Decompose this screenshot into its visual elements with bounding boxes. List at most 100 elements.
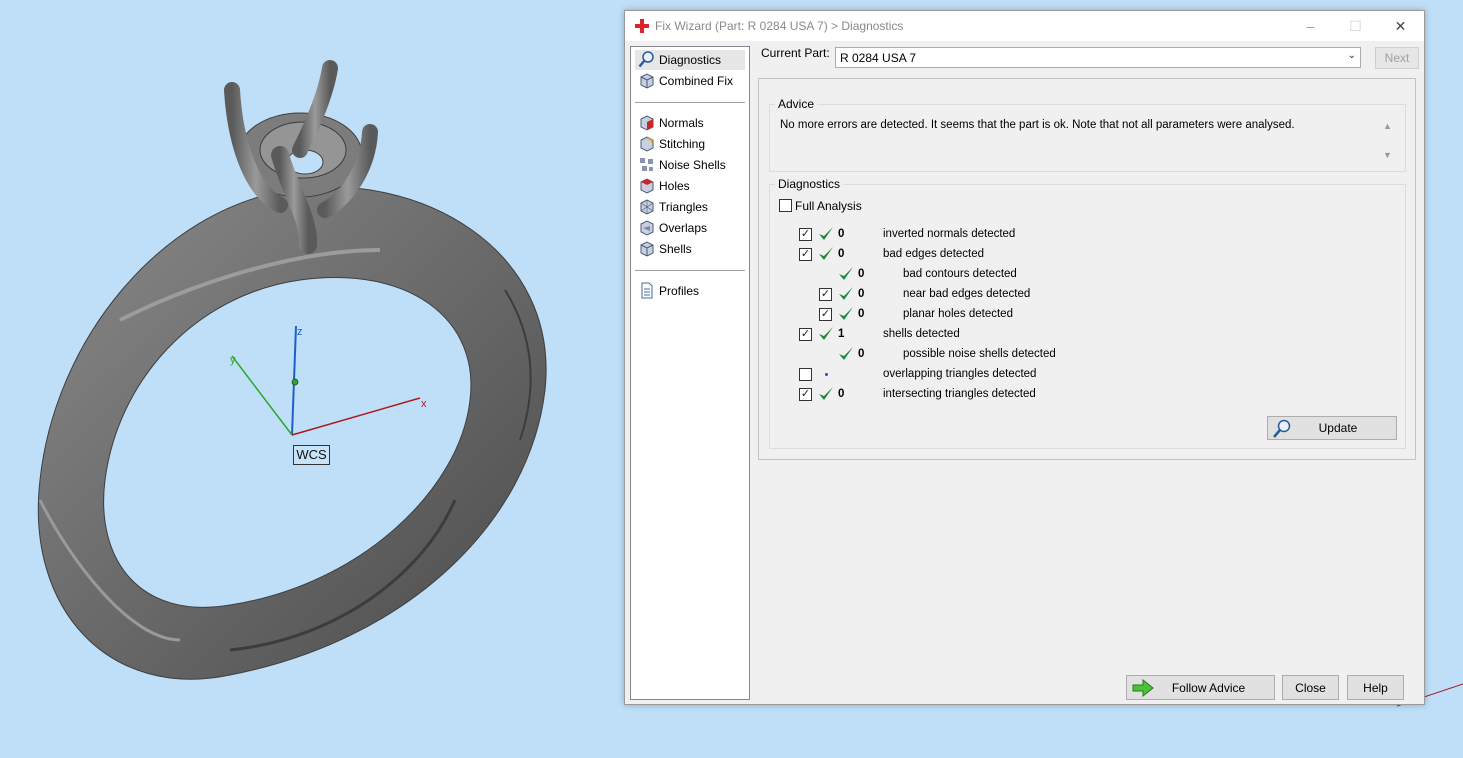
close-button[interactable]: Close: [1282, 675, 1339, 700]
wcs-label: WCS: [293, 445, 330, 465]
row-label: planar holes detected: [903, 308, 1013, 320]
row-label: possible noise shells detected: [903, 348, 1056, 360]
nav-item-overlaps[interactable]: Overlaps: [635, 218, 745, 238]
nav-item-profiles[interactable]: Profiles: [635, 281, 745, 301]
nav-item-noise-shells[interactable]: Noise Shells: [635, 155, 745, 175]
advice-text: No more errors are detected. It seems th…: [780, 119, 1295, 131]
row-checkbox[interactable]: ✓: [799, 328, 812, 341]
check-icon: [819, 227, 833, 240]
row-count: 0: [838, 248, 845, 260]
update-button[interactable]: Update: [1267, 416, 1397, 440]
nav-item-triangles[interactable]: Triangles: [635, 197, 745, 217]
nav-item-label: Overlaps: [659, 221, 708, 235]
current-part-label: Current Part:: [761, 46, 830, 60]
check-icon: [819, 387, 833, 400]
advice-title: Advice: [775, 97, 818, 111]
nav-item-label: Stitching: [659, 137, 706, 151]
window-title: Fix Wizard (Part: R 0284 USA 7) > Diagno…: [655, 19, 904, 33]
check-icon: [839, 307, 853, 320]
scroll-down-icon[interactable]: ▼: [1383, 150, 1392, 160]
wizard-nav: Diagnostics Combined Fix Normals Stitchi…: [630, 46, 750, 700]
nav-item-shells[interactable]: Shells: [635, 239, 745, 259]
check-icon: [839, 347, 853, 360]
check-icon: [819, 327, 833, 340]
title-bar[interactable]: Fix Wizard (Part: R 0284 USA 7) > Diagno…: [625, 11, 1424, 41]
stitching-cube-icon: [640, 136, 654, 152]
check-icon: [839, 267, 853, 280]
close-button-label: Close: [1295, 681, 1326, 695]
nav-item-holes[interactable]: Holes: [635, 176, 745, 196]
ring-model[interactable]: [0, 0, 620, 755]
advice-group: [769, 104, 1406, 172]
current-part-value: R 0284 USA 7: [840, 51, 917, 65]
nav-item-normals[interactable]: Normals: [635, 113, 745, 133]
diagnostics-title: Diagnostics: [775, 177, 844, 191]
x-axis-label: x: [421, 398, 427, 410]
app-cross-icon: [635, 19, 649, 33]
help-button-label: Help: [1363, 681, 1388, 695]
row-label: shells detected: [883, 328, 960, 340]
z-axis-label: z: [297, 326, 303, 338]
follow-advice-label: Follow Advice: [1171, 681, 1246, 695]
row-count: 0: [858, 288, 865, 300]
row-checkbox[interactable]: [799, 368, 812, 381]
nav-item-label: Shells: [659, 242, 692, 256]
nav-item-label: Combined Fix: [659, 74, 734, 88]
nav-item-label: Profiles: [659, 284, 700, 298]
follow-advice-button[interactable]: Follow Advice: [1126, 675, 1275, 700]
full-analysis-label: Full Analysis: [795, 199, 862, 213]
row-checkbox[interactable]: ✓: [799, 388, 812, 401]
row-count: 0: [838, 388, 845, 400]
minimize-button[interactable]: –: [1288, 11, 1333, 41]
row-checkbox[interactable]: ✓: [819, 308, 832, 321]
update-button-label: Update: [1318, 421, 1358, 435]
chevron-down-icon: ⌄: [1347, 50, 1356, 61]
row-label: overlapping triangles detected: [883, 368, 1037, 380]
row-checkbox[interactable]: ✓: [799, 228, 812, 241]
row-count: 0: [858, 268, 865, 280]
normals-cube-icon: [640, 115, 654, 131]
holes-cube-icon: [640, 178, 654, 194]
nav-item-stitching[interactable]: Stitching: [635, 134, 745, 154]
document-icon: [641, 282, 653, 299]
magnifier-icon: [638, 51, 654, 68]
shells-cube-icon: [640, 241, 654, 257]
nav-separator: [635, 270, 745, 271]
nav-item-label: Normals: [659, 116, 704, 130]
row-label: intersecting triangles detected: [883, 388, 1036, 400]
row-count: 1: [838, 328, 845, 340]
nav-item-label: Triangles: [659, 200, 708, 214]
fix-wizard-window: Fix Wizard (Part: R 0284 USA 7) > Diagno…: [624, 10, 1425, 705]
nav-item-combined-fix[interactable]: Combined Fix: [635, 71, 745, 91]
current-part-select[interactable]: R 0284 USA 7 ⌄: [835, 47, 1361, 68]
nav-separator: [635, 102, 745, 103]
nav-item-diagnostics[interactable]: Diagnostics: [635, 50, 745, 70]
nav-item-label: Noise Shells: [659, 158, 726, 172]
cube-icon: [640, 73, 654, 89]
row-label: near bad edges detected: [903, 288, 1031, 300]
row-label: bad contours detected: [903, 268, 1017, 280]
close-window-button[interactable]: ✕: [1378, 11, 1423, 41]
row-checkbox[interactable]: ✓: [799, 248, 812, 261]
scroll-up-icon[interactable]: ▲: [1383, 121, 1392, 131]
row-label: bad edges detected: [883, 248, 985, 260]
row-checkbox[interactable]: ✓: [819, 288, 832, 301]
help-button[interactable]: Help: [1347, 675, 1404, 700]
nav-item-label: Diagnostics: [659, 53, 722, 67]
row-label: inverted normals detected: [883, 228, 1016, 240]
full-analysis-checkbox[interactable]: [779, 199, 792, 212]
not-analysed-dot-icon: [825, 373, 828, 376]
overlaps-cube-icon: [640, 220, 654, 236]
nav-item-label: Holes: [659, 179, 690, 193]
check-icon: [819, 247, 833, 260]
diagnostics-group: [769, 184, 1406, 449]
next-button[interactable]: Next: [1375, 47, 1419, 69]
row-count: 0: [838, 228, 845, 240]
y-axis-label: y: [230, 354, 236, 366]
triangles-cube-icon: [640, 199, 654, 215]
row-count: 0: [858, 348, 865, 360]
maximize-button[interactable]: ☐: [1333, 11, 1378, 41]
row-count: 0: [858, 308, 865, 320]
noise-shells-icon: [640, 158, 653, 171]
check-icon: [839, 287, 853, 300]
